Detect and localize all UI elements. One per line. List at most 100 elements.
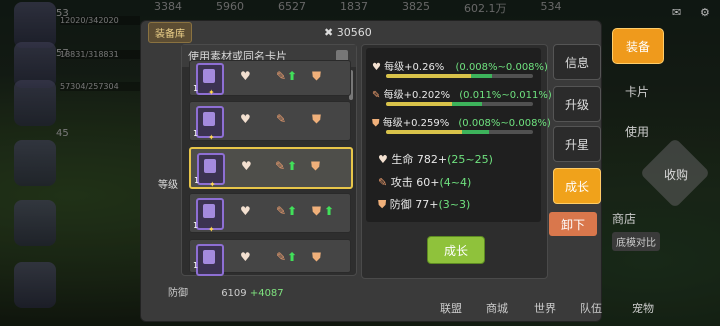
stat-hp: ♥ 生命 782+(25~25) [378, 151, 493, 167]
per-level-label: 每级 [384, 62, 405, 73]
card-button[interactable]: 卡片 [612, 74, 662, 108]
growth-row-defense: ⛊ 每级+0.259% (0.008%~0.008%) [372, 114, 551, 129]
sword-icon: ✎ [372, 90, 381, 101]
heart-icon: ♥ [240, 69, 251, 83]
growth-bar-hp [386, 74, 533, 78]
card-count: 1 [193, 129, 199, 138]
stat-value: 782+ [416, 153, 448, 166]
growth-bar-fill [386, 102, 453, 106]
heart-icon: ♥ [241, 159, 252, 173]
tab-star[interactable]: 升星 [553, 126, 601, 162]
collect-label: 收购 [663, 168, 688, 182]
shield-icon: ⛊ [312, 69, 322, 83]
card-count: 1 [193, 84, 199, 93]
mail-icon[interactable]: ✉ [672, 6, 681, 19]
shield-icon: ⛊ [312, 112, 322, 126]
defense-value: 6109 [221, 288, 247, 299]
settings-icon[interactable]: ⚙ [700, 6, 710, 19]
star-icon: ✦ [208, 88, 215, 97]
growth-row-attack: ✎ 每级+0.202% (0.011%~0.011%) [372, 86, 552, 101]
material-card[interactable]: 1 ♥ ✎ ⬆ ⛊ [189, 239, 351, 276]
stat-label: 攻击 [390, 176, 413, 189]
unload-button[interactable]: 卸下 [549, 212, 597, 236]
growth-bar-fill [386, 130, 463, 134]
per-level-value: +0.26% [404, 62, 445, 73]
sword-icon: ✎ [378, 176, 388, 189]
heart-icon: ♥ [240, 250, 251, 264]
stat-label: 防御 [389, 198, 412, 211]
equip-button[interactable]: 装备 [612, 28, 664, 64]
use-button[interactable]: 使用 [612, 114, 662, 148]
star-icon: ✦ [208, 225, 215, 234]
shield-icon: ⛊ [378, 198, 387, 211]
card-count: 1 [193, 261, 199, 270]
compare-button[interactable]: 底模对比 [612, 232, 660, 251]
defense-label: 防御 [168, 288, 188, 299]
sword-icon: ✎ [276, 250, 287, 264]
star-icon: ✦ [209, 180, 216, 189]
growth-bar-gain [452, 102, 482, 106]
shield-icon: ⛊ [312, 250, 322, 264]
material-card[interactable]: 1 ✦ ♥ ✎ ⬆ ⛊ [189, 60, 351, 97]
up-arrow-icon: ⬆ [287, 69, 298, 83]
power-number: 30560 [336, 26, 372, 39]
card-image-icon [203, 69, 215, 83]
shield-icon: ⛊ [372, 118, 380, 129]
nav-mall[interactable]: 商城 [486, 300, 508, 316]
heart-icon: ♥ [240, 112, 251, 126]
per-level-label: 每级 [382, 118, 403, 129]
heart-icon: ♥ [240, 204, 251, 218]
stat-bonus: (3~3) [438, 198, 471, 211]
growth-row-hp: ♥ 每级+0.26% (0.008%~0.008%) [372, 58, 548, 73]
up-arrow-icon: ⬆ [287, 204, 298, 218]
power-value: ✖ 30560 [324, 26, 372, 39]
card-image-icon [203, 112, 215, 126]
tab-upgrade[interactable]: 升级 [553, 86, 601, 122]
heart-icon: ♥ [378, 153, 388, 166]
shield-icon: ⛊ [312, 204, 322, 218]
defense-bonus: +4087 [249, 288, 284, 299]
card-count: 1 [193, 221, 199, 230]
growth-range: (0.011%~0.011%) [459, 90, 552, 101]
nav-team[interactable]: 队伍 [580, 300, 602, 316]
stat-defense: ⛊ 防御 77+(3~3) [378, 196, 470, 212]
material-card[interactable]: 1 ✦ ♥ ✎ ⛊ [189, 101, 351, 142]
growth-range: (0.008%~0.008%) [458, 118, 551, 129]
growth-bar-defense [386, 130, 533, 134]
stat-label: 生命 [391, 153, 414, 166]
up-arrow-icon: ⬆ [287, 159, 298, 173]
growth-bar-fill [386, 74, 472, 78]
card-image-icon [203, 250, 215, 264]
grow-button[interactable]: 成长 [427, 236, 485, 264]
up-arrow-icon: ⬆ [324, 204, 335, 218]
stat-bonus: (25~25) [447, 153, 493, 166]
material-card[interactable]: 1 ✦ ♥ ✎ ⬆ ⛊ ⬆ [189, 193, 351, 234]
star-icon: ✦ [208, 133, 215, 142]
store-label[interactable]: 商店 [612, 210, 636, 227]
up-arrow-icon: ⬆ [287, 250, 298, 264]
tab-grow[interactable]: 成长 [553, 168, 601, 204]
card-count: 1 [194, 176, 200, 185]
per-level-label: 每级 [383, 90, 404, 101]
tab-info[interactable]: 信息 [553, 44, 601, 80]
growth-range: (0.008%~0.008%) [455, 62, 548, 73]
level-label: 等级 [158, 180, 178, 191]
sword-icon: ✎ [275, 159, 286, 173]
card-image-icon [204, 159, 216, 173]
nav-alliance[interactable]: 联盟 [440, 300, 462, 316]
sword-icon: ✎ [276, 69, 287, 83]
per-level-value: +0.202% [403, 90, 451, 101]
stat-value: 77+ [415, 198, 439, 211]
nav-pet[interactable]: 宠物 [632, 300, 654, 316]
card-thumbnail [196, 244, 224, 276]
bottom-defense-stat: 防御 6109 +4087 [168, 284, 284, 299]
stat-attack: ✎ 攻击 60+(4~4) [378, 174, 471, 190]
material-card-selected[interactable]: 1 ✦ ♥ ✎ ⬆ ⛊ [189, 147, 353, 189]
per-level-value: +0.259% [402, 118, 450, 129]
sword-icon: ✎ [276, 112, 287, 126]
nav-world[interactable]: 世界 [534, 300, 556, 316]
stat-value: 60+ [416, 176, 440, 189]
sword-icon: ✎ [276, 204, 287, 218]
equipment-library-tab[interactable]: 装备库 [148, 22, 192, 43]
growth-bar-gain [471, 74, 492, 78]
